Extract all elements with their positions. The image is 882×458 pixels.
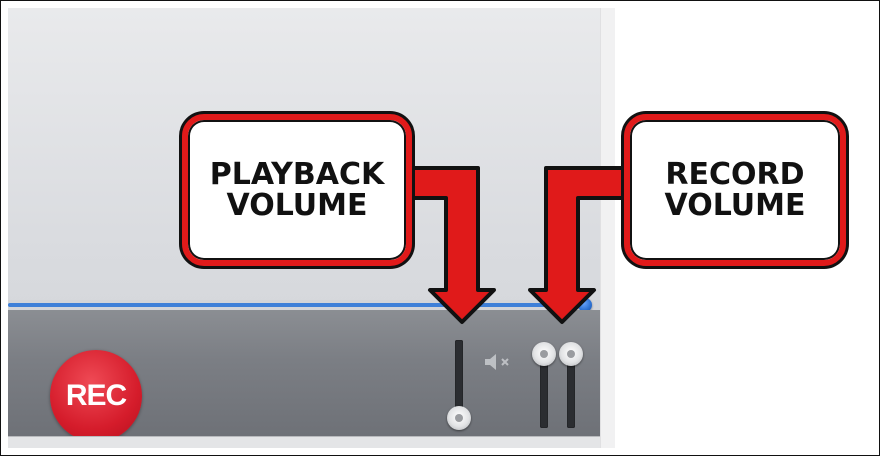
- controls-bottom-strip: [8, 436, 600, 448]
- record-volume-right-knob[interactable]: [559, 342, 583, 366]
- record-volume-callout: RECORD VOLUME: [624, 114, 846, 266]
- panel-divider: [600, 8, 615, 448]
- callout-line: VOLUME: [664, 188, 806, 223]
- playback-volume-knob[interactable]: [447, 406, 471, 430]
- controls-bar: REC: [8, 310, 600, 442]
- progress-bar[interactable]: [8, 298, 600, 312]
- callout-line: VOLUME: [226, 188, 368, 223]
- speaker-muted-icon[interactable]: [482, 350, 514, 374]
- record-volume-left-knob[interactable]: [532, 342, 556, 366]
- callout-line: PLAYBACK: [209, 156, 385, 192]
- playback-volume-callout: PLAYBACK VOLUME: [182, 114, 412, 266]
- progress-fill: [8, 303, 580, 307]
- record-button[interactable]: REC: [50, 350, 142, 442]
- callout-line: RECORD: [665, 156, 805, 192]
